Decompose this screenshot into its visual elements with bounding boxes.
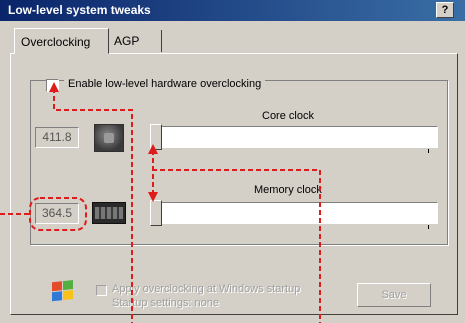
- core-clock-caption: Core clock: [262, 110, 314, 122]
- memory-clock-value: 364.5: [35, 203, 79, 224]
- memory-clock-slider[interactable]: [150, 200, 440, 229]
- memory-chip-icon: [92, 202, 126, 224]
- title-bar: Low-level system tweaks ?: [0, 0, 465, 21]
- core-clock-value: 411.8: [35, 127, 79, 148]
- memory-clock-track[interactable]: [158, 202, 438, 224]
- gpu-chip-icon: [94, 124, 124, 152]
- apply-at-startup-label[interactable]: Apply overclocking at Windows startup: [112, 283, 300, 295]
- core-clock-track[interactable]: [158, 126, 438, 148]
- apply-at-startup-checkbox[interactable]: [96, 285, 107, 296]
- startup-status-label: Startup settings: none: [112, 297, 220, 309]
- tab-agp[interactable]: AGP: [108, 30, 162, 52]
- memory-clock-caption: Memory clock: [254, 184, 322, 196]
- core-clock-slider[interactable]: [150, 124, 440, 153]
- windows-logo-icon: [52, 280, 76, 305]
- memory-clock-thumb[interactable]: [150, 200, 162, 226]
- enable-overclocking-label[interactable]: Enable low-level hardware overclocking: [64, 78, 266, 90]
- enable-overclocking-checkbox[interactable]: [46, 79, 59, 92]
- window-title: Low-level system tweaks: [8, 3, 151, 17]
- help-button[interactable]: ?: [436, 2, 454, 18]
- save-button[interactable]: Save: [357, 283, 431, 307]
- tab-overclocking[interactable]: Overclocking: [14, 28, 109, 54]
- core-clock-tick: [428, 149, 429, 153]
- tweaks-dialog: Low-level system tweaks ? Overclocking A…: [0, 0, 465, 323]
- memory-clock-tick: [428, 225, 429, 229]
- core-clock-thumb[interactable]: [150, 124, 162, 150]
